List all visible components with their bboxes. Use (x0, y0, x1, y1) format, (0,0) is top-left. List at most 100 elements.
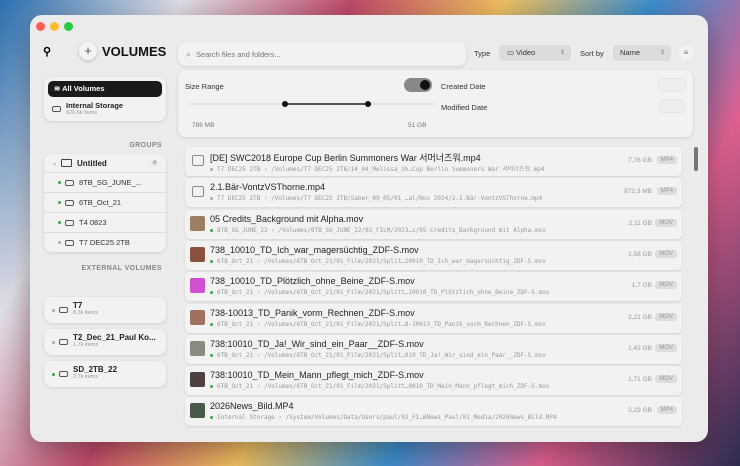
volumes-card: ≋ All Volumes Internal Storage 626.6k it… (44, 77, 166, 121)
file-row[interactable]: 05 Credits_Background mit Alpha.mov 8TB_S… (185, 209, 682, 239)
size-range-toggle[interactable] (404, 78, 432, 92)
file-type-badge: MOV (655, 249, 677, 258)
created-date-label: Created Date (441, 82, 486, 91)
drive-icon (59, 339, 68, 345)
file-row[interactable]: 738:10010_TD_Ja!_Wir_sind_ein_Paar__ZDF-… (185, 334, 682, 364)
all-volumes-label: All Volumes (62, 84, 105, 93)
volume-name: T7 DEC25 2TB (79, 238, 130, 247)
external-volume-item[interactable]: T2_Dec_21_Paul Ko... 1.7k items (44, 329, 166, 355)
status-dot (210, 259, 213, 263)
file-type-badge: MOV (655, 312, 677, 321)
file-path: /Volumes/6TB_Oct_21/01_Film/2021/Split…1… (263, 257, 546, 265)
status-dot (210, 385, 213, 389)
file-type-badge: MOV (655, 218, 677, 227)
external-volume-item[interactable]: T7 8.3k items (44, 297, 166, 323)
sort-select[interactable]: Name ⇕ (613, 45, 671, 61)
file-name: 738_10010_TD_Plötzlich_ohne_Beine_ZDF-S.… (210, 276, 415, 287)
thumbnail (190, 278, 205, 294)
size-max-value: 51 GB (408, 122, 427, 129)
file-size: 1,7 GB (631, 282, 652, 290)
thumbnail (190, 372, 205, 388)
file-size: 1,58 GB (628, 250, 652, 258)
volume-name: SD_2TB_22 (73, 365, 118, 374)
group-count: 4 (150, 160, 158, 166)
group-header[interactable]: ⌄ Untitled 4 (44, 154, 166, 172)
file-name: [DE] SWC2018 Europe Cup Berlin Summoners… (210, 153, 481, 163)
file-type-badge: MP4 (656, 406, 677, 415)
file-path-line: 6TB_Oct_21 › /Volumes/6TB_Oct_21/01_Film… (210, 289, 549, 296)
status-dot (58, 221, 61, 224)
file-path-line: 6TB_Oct_21 › /Volumes/6TB_Oct_21/01_Film… (210, 352, 546, 359)
thumbnail (190, 403, 205, 419)
file-row[interactable]: 738-10013_TD_Panik_vorm_Rechnen_ZDF-S.mo… (185, 303, 682, 333)
file-size: 2,21 GB (628, 313, 652, 321)
size-range-label: Size Range (185, 82, 224, 91)
file-path: /Volumes/6TB_Oct_21/01_Film/2021/Splitt…… (263, 289, 550, 297)
file-size: 1,71 GB (628, 376, 652, 384)
file-name: 738:10010_TD_Ja!_Wir_sind_ein_Paar__ZDF-… (210, 338, 424, 349)
group-volume-item[interactable]: 8TB_SG_JUNE_... (44, 172, 166, 192)
file-size: 7,76 GB (628, 157, 652, 164)
file-volume: T7 DEC25 2TB (217, 166, 261, 173)
type-value: Video (516, 48, 536, 57)
file-path: /Volumes/6TB_Oct_21/01_Film/2021/Split…8… (263, 320, 546, 328)
size-max-handle[interactable] (365, 101, 371, 107)
file-row[interactable]: 738_10010_TD_Ich_war_magersüchtig_ZDF-S.… (185, 240, 682, 270)
thumbnail (190, 246, 205, 262)
file-path-line: T7 DEC25 2TB › /Volumes/T7 DEC25 2TB/14_… (210, 164, 544, 173)
filter-icon[interactable]: ≡ (679, 46, 693, 60)
sort-value: Name (620, 48, 641, 57)
created-date-toggle[interactable] (658, 78, 686, 92)
volume-name: T4 0823 (79, 218, 107, 227)
file-volume: Internal Storage (217, 414, 275, 422)
all-volumes-item[interactable]: ≋ All Volumes (48, 81, 162, 97)
modified-date-toggle[interactable] (658, 99, 686, 113)
file-path: /Volumes/6TB_Oct_21/01_Film/2021/Split…0… (263, 351, 546, 359)
file-path-line: Internal Storage › /System/Volumes/Data/… (210, 414, 557, 421)
updown-icon: ⇕ (559, 50, 565, 56)
search-input[interactable] (196, 49, 437, 59)
size-min-handle[interactable] (282, 101, 288, 107)
group-volume-item[interactable]: T7 DEC25 2TB (44, 232, 166, 252)
app-window: ⚲ + VOLUMES ≋ All Volumes Internal Stora… (30, 15, 708, 442)
file-row[interactable]: 2.1.Bär-VontzVSThorne.mp4 T7 DEC25 2TB › … (185, 178, 682, 208)
file-size: 2,11 GB (628, 219, 652, 227)
thumbnail (190, 215, 205, 231)
add-volume-button[interactable]: + (79, 42, 97, 60)
file-size: 1,43 GB (628, 344, 652, 352)
zoom-window-button[interactable] (64, 22, 73, 31)
close-window-button[interactable] (36, 22, 45, 31)
size-slider-range (285, 103, 368, 105)
updown-icon: ⇕ (659, 50, 665, 56)
file-name: 738-10013_TD_Panik_vorm_Rechnen_ZDF-S.mo… (210, 307, 415, 318)
search-field[interactable]: ⌕ (178, 42, 466, 66)
volume-count: 8.3k items (73, 310, 99, 316)
internal-storage-item[interactable]: Internal Storage 626.6k items (44, 97, 166, 116)
file-type-badge: MOV (655, 281, 677, 290)
file-type-badge: MP4 (656, 156, 677, 164)
type-select[interactable]: ▭ Video ⇕ (499, 45, 571, 61)
file-volume: 6TB_Oct_21 (217, 320, 254, 328)
group-volume-item[interactable]: T4 0823 (44, 212, 166, 232)
app-logo-icon: ⚲ (43, 46, 52, 58)
scrollbar[interactable] (694, 147, 698, 171)
file-name: 05 Credits_Background mit Alpha.mov (210, 213, 364, 224)
file-path: /Volumes/6TB_Oct_21/01_Film/2021/Splitt…… (263, 383, 550, 391)
status-dot (210, 416, 213, 420)
file-row[interactable]: 2026News_Bild.MP4 Internal Storage › /Sys… (185, 397, 682, 427)
file-volume: 6TB_Oct_21 (217, 289, 254, 297)
thumbnail (190, 340, 205, 356)
group-card: ⌄ Untitled 4 8TB_SG_JUNE_... 6TB_Oct_21 T4… (44, 154, 166, 252)
volume-name: T2_Dec_21_Paul Ko... (73, 333, 156, 342)
status-dot (52, 373, 55, 376)
file-row[interactable]: [DE] SWC2018 Europe Cup Berlin Summoners… (185, 147, 682, 176)
file-row[interactable]: 738_10010_TD_Plötzlich_ohne_Beine_ZDF-S.… (185, 272, 682, 302)
external-volume-item[interactable]: SD_2TB_22 2.7k items (44, 361, 166, 387)
file-row[interactable]: 738:10010_TD_Mein_Mann_pflegt_mich_ZDF-S… (185, 366, 682, 396)
folder-icon (61, 159, 73, 167)
status-dot (52, 341, 55, 344)
group-volume-item[interactable]: 6TB_Oct_21 (44, 192, 166, 212)
video-icon: ▭ (507, 48, 517, 57)
drive-icon (65, 219, 74, 226)
minimize-window-button[interactable] (50, 22, 59, 31)
